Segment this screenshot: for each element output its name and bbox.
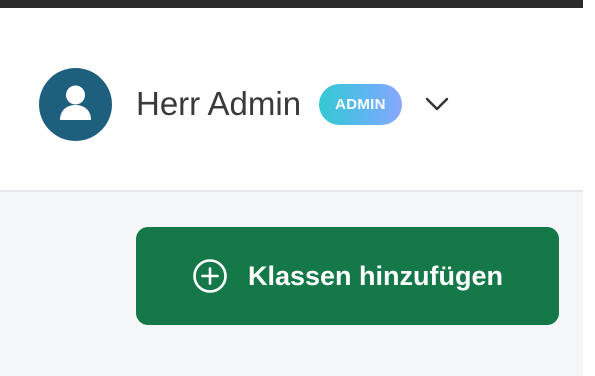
user-menu[interactable]: Herr Admin ADMIN (39, 67, 450, 141)
header-bar: Herr Admin ADMIN (0, 8, 583, 192)
page: Herr Admin ADMIN Klassen hinzufügen (0, 0, 595, 376)
user-name: Herr Admin (136, 85, 302, 122)
add-class-button[interactable]: Klassen hinzufügen (136, 227, 559, 325)
avatar[interactable] (39, 67, 112, 141)
window-right-margin (583, 0, 595, 376)
chevron-down-icon[interactable] (424, 95, 450, 113)
add-class-button-label: Klassen hinzufügen (247, 260, 504, 291)
user-icon (60, 85, 91, 120)
role-badge: ADMIN (319, 83, 402, 125)
window-top-border (0, 0, 583, 8)
plus-circle-icon (193, 259, 227, 293)
